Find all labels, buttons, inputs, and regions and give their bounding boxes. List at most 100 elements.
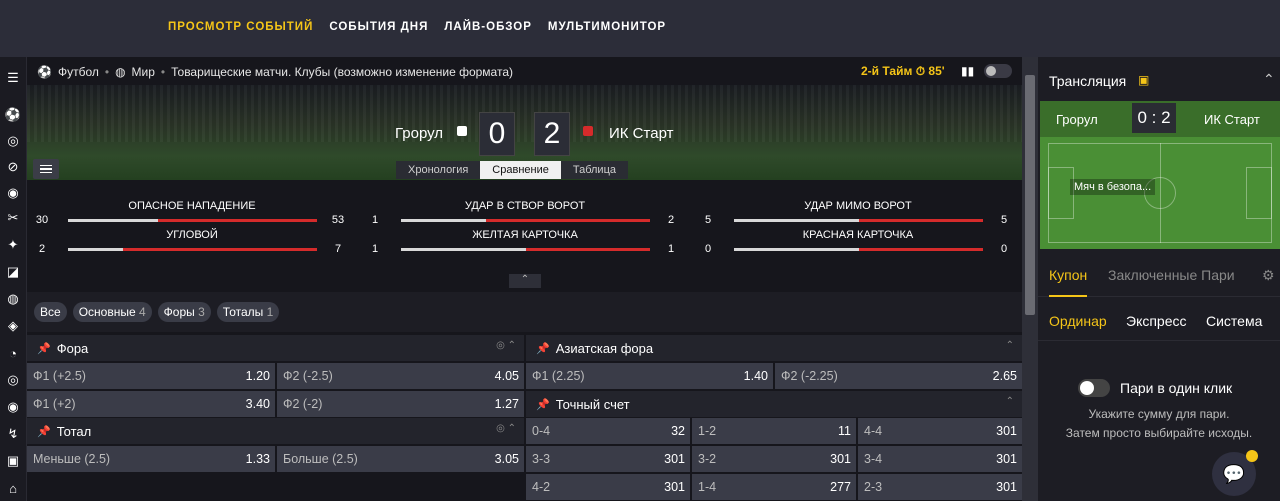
menu-icon[interactable]: ☰: [5, 70, 21, 86]
pitch-right-box: [1246, 167, 1272, 219]
handball-icon[interactable]: ◍: [5, 291, 21, 307]
tab-comparison[interactable]: Сравнение: [480, 161, 561, 179]
one-click-label: Пари в один клик: [1120, 380, 1233, 396]
racing-icon[interactable]: ⌂: [5, 480, 21, 496]
crumb-region[interactable]: Мир: [132, 65, 155, 79]
football-icon[interactable]: ⚽: [5, 107, 21, 123]
collapse-icon[interactable]: ◎ ⌃: [496, 423, 516, 434]
pin-icon[interactable]: 📌: [37, 425, 51, 438]
stats-bar-icon[interactable]: ▮▮: [961, 64, 974, 78]
stat-home-value: 1: [371, 214, 379, 226]
collapse-icon[interactable]: ⌃: [1006, 340, 1014, 351]
coupon-hint-line2: Затем просто выбирайте исходы.: [1065, 426, 1253, 440]
hockey-icon[interactable]: ↯: [5, 426, 21, 442]
tab-single[interactable]: Ординар: [1049, 313, 1107, 329]
settings-icon[interactable]: ⚙: [1262, 267, 1275, 284]
main-scrollbar[interactable]: [1022, 57, 1038, 501]
odd-name: Ф1 (2.25): [532, 369, 585, 383]
odd-cell[interactable]: Ф1 (+2.5) 1.20: [27, 363, 275, 389]
scrollbar-thumb[interactable]: [1025, 75, 1035, 315]
bet-type-tabs: Ординар Экспресс Система: [1038, 309, 1280, 341]
odd-cell[interactable]: 3-3 301: [526, 446, 690, 472]
filter-totals[interactable]: Тоталы 1: [216, 302, 280, 322]
tab-placed-bets[interactable]: Заключенные Пари: [1108, 267, 1235, 283]
odd-cell[interactable]: 3-2 301: [692, 446, 856, 472]
odd-value: 2.65: [992, 369, 1017, 383]
odd-cell[interactable]: Ф1 (+2) 3.40: [27, 391, 275, 417]
collapse-icon[interactable]: ◎ ⌃: [496, 340, 516, 351]
stat-row: УДАР В СТВОР ВОРОТ 1 2: [360, 198, 674, 226]
tennis-icon[interactable]: ◔: [5, 345, 21, 361]
odd-value: 32: [671, 424, 685, 438]
pitch-event-message: Мяч в безопа...: [1070, 179, 1156, 195]
collapse-broadcast-icon[interactable]: ⌃: [1263, 71, 1275, 88]
market-header-handicap[interactable]: 📌 Фора ◎ ⌃: [27, 335, 524, 361]
odd-cell[interactable]: 0-4 32: [526, 418, 690, 444]
odd-cell[interactable]: Ф2 (-2.25) 2.65: [775, 363, 1022, 389]
tab-chronology[interactable]: Хронология: [396, 161, 481, 179]
emblem-icon[interactable]: ◉: [5, 399, 21, 415]
market-header-total[interactable]: 📌 Тотал ◎ ⌃: [27, 418, 524, 444]
collapse-icon[interactable]: ⌃: [1006, 396, 1014, 407]
broadcast-icon[interactable]: ▣: [1138, 73, 1149, 87]
scoreboard-menu-button[interactable]: [33, 159, 59, 179]
odd-cell[interactable]: 2-3 301: [858, 474, 1022, 500]
crumb-sport[interactable]: Футбол: [58, 65, 99, 79]
tab-table[interactable]: Таблица: [560, 161, 628, 179]
pin-icon[interactable]: 📌: [536, 342, 550, 355]
stat-bar: [734, 248, 983, 251]
tab-system[interactable]: Система: [1206, 313, 1262, 329]
one-click-toggle[interactable]: [1078, 379, 1110, 397]
odd-cell[interactable]: 1-2 11: [692, 418, 856, 444]
filter-label: Все: [40, 305, 61, 319]
filter-handicap[interactable]: Форы 3: [157, 302, 211, 322]
volleyball-icon[interactable]: ◉: [5, 185, 21, 201]
basketball-icon[interactable]: ◎: [5, 133, 21, 149]
broadcast-home-team: Грорул: [1056, 111, 1098, 127]
odd-value: 301: [996, 424, 1017, 438]
view-toggle[interactable]: [984, 64, 1013, 78]
chat-button[interactable]: 💬: [1212, 450, 1258, 496]
sports-sidebar: ☰ ⚽ ◎ ⊘ ◉ ✂ ✦ ◪ ◍ ◈ ◔ ◎ ◉ ↯ ▣ ⌂: [0, 57, 27, 501]
top-nav: ПРОСМОТР СОБЫТИЙ СОБЫТИЯ ДНЯ ЛАЙВ-ОБЗОР …: [168, 21, 666, 33]
nav-live-overview[interactable]: ЛАЙВ-ОБЗОР: [444, 21, 532, 33]
filter-all[interactable]: Все: [34, 302, 67, 322]
odd-cell[interactable]: 3-4 301: [858, 446, 1022, 472]
chat-icon: 💬: [1222, 463, 1246, 484]
nav-day-events[interactable]: СОБЫТИЯ ДНЯ: [329, 21, 428, 33]
tab-express[interactable]: Экспресс: [1126, 313, 1187, 329]
pin-icon[interactable]: 📌: [37, 342, 51, 355]
stats-icon[interactable]: ◪: [5, 264, 21, 280]
rugby-icon[interactable]: ⊘: [5, 159, 21, 175]
league-icon[interactable]: ▣: [5, 453, 21, 469]
nav-multimonitor[interactable]: МУЛЬТИМОНИТОР: [548, 21, 666, 33]
athletics-icon[interactable]: ✦: [5, 237, 21, 253]
stat-bar: [401, 248, 650, 251]
odd-cell[interactable]: 4-4 301: [858, 418, 1022, 444]
pin-icon[interactable]: 📌: [536, 398, 550, 411]
market-header-asian-handicap[interactable]: 📌 Азиатская фора ⌃: [526, 335, 1022, 361]
market-filter-bar: Все Основные 4 Форы 3 Тоталы 1: [27, 292, 1022, 332]
odd-name: 4-2: [532, 480, 551, 494]
badminton-icon[interactable]: ✂: [5, 210, 21, 226]
collapse-stats-button[interactable]: ⌃: [509, 274, 541, 288]
stat-home-value: 2: [38, 243, 46, 255]
crumb-league[interactable]: Товарищеские матчи. Клубы (возможно изме…: [171, 65, 513, 79]
odd-cell[interactable]: Ф2 (-2.5) 4.05: [277, 363, 524, 389]
market-header-exact-score[interactable]: 📌 Точный счет ⌃: [526, 391, 1022, 417]
odd-cell[interactable]: 4-2 301: [526, 474, 690, 500]
nav-events[interactable]: ПРОСМОТР СОБЫТИЙ: [168, 21, 313, 33]
chat-notification-dot: [1246, 450, 1258, 462]
soccer-icon[interactable]: ◈: [5, 318, 21, 334]
odd-cell[interactable]: Ф2 (-2) 1.27: [277, 391, 524, 417]
odd-cell[interactable]: Меньше (2.5) 1.33: [27, 446, 275, 472]
filter-label: Основные: [78, 305, 136, 319]
odd-cell[interactable]: 1-4 277: [692, 474, 856, 500]
filter-main[interactable]: Основные 4: [72, 302, 152, 322]
odd-name: 3-3: [532, 452, 551, 466]
odd-cell[interactable]: Больше (2.5) 3.05: [277, 446, 524, 472]
tab-coupon[interactable]: Купон: [1049, 267, 1088, 297]
stat-bar: [734, 219, 983, 222]
hockey-ball-icon[interactable]: ◎: [5, 372, 21, 388]
odd-cell[interactable]: Ф1 (2.25) 1.40: [526, 363, 773, 389]
